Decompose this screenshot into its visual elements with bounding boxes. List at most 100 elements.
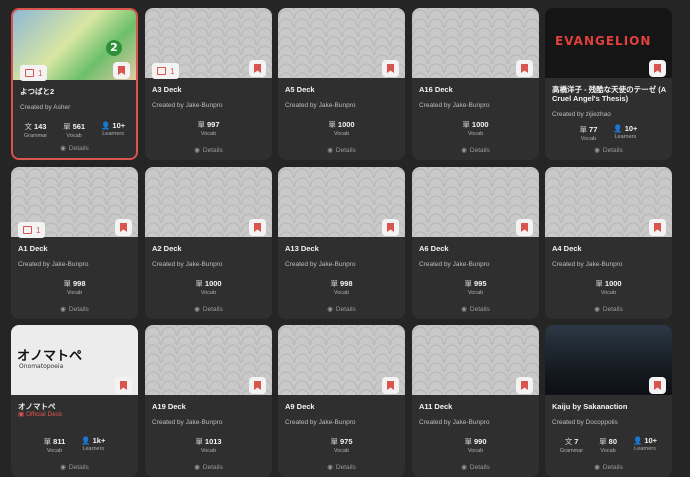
deck-card[interactable]: A2 Deck Created by Jake-Bunpro 單 1000 Vocab ◉… xyxy=(145,167,272,319)
details-link[interactable]: ◉ Details xyxy=(278,146,405,154)
bookmark-icon[interactable] xyxy=(516,377,533,394)
deck-card[interactable]: EVANGELION 高橋洋子 - 残酷な天使のテーゼ (A Cruel Ange… xyxy=(545,8,672,160)
eye-icon: ◉ xyxy=(461,147,467,154)
deck-card[interactable]: A4 Deck Created by Jake-Bunpro 單 1000 Vocab ◉… xyxy=(545,167,672,319)
deck-card[interactable]: オノマトペ Onomatopoeia オノマトペ ▣ Official Deck 單 81… xyxy=(11,325,138,477)
details-link[interactable]: ◉ Details xyxy=(545,305,672,313)
vocab-stat: 單 995 Vocab xyxy=(464,278,486,296)
learners-stat-value: 👤 10+ xyxy=(633,436,657,445)
comment-count-badge[interactable]: 1 xyxy=(20,65,48,81)
official-deck-label: ▣ Official Deck xyxy=(18,410,62,418)
bookmark-icon[interactable] xyxy=(249,377,266,394)
vocab-stat-icon: 單 xyxy=(63,279,71,288)
deck-card[interactable]: 2 1 よつばと2 Created by Asher 文 143 Grammar 單 561 Vo… xyxy=(11,8,138,160)
vocab-stat-count: 561 xyxy=(72,122,86,131)
bookmark-icon[interactable] xyxy=(115,219,132,236)
details-link[interactable]: ◉ Details xyxy=(412,146,539,154)
created-by-prefix: Created by xyxy=(552,419,586,426)
vocab-stat-icon: 單 xyxy=(195,437,203,446)
learners-stat-icon: 👤 xyxy=(633,436,643,445)
deck-card[interactable]: A13 Deck Created by Jake-Bunpro 單 998 Vocab ◉… xyxy=(278,167,405,319)
details-link[interactable]: ◉ Details xyxy=(412,463,539,471)
vocab-stat-label: Vocab xyxy=(333,131,350,137)
author-name: Jake-Bunpro xyxy=(452,102,490,109)
deck-stats: 單 998 Vocab xyxy=(278,278,405,296)
created-by-prefix: Created by xyxy=(419,261,453,268)
details-label: Details xyxy=(469,464,490,471)
deck-card[interactable]: A9 Deck Created by Jake-Bunpro 單 975 Vocab ◉ D… xyxy=(278,325,405,477)
deck-card[interactable]: 1 A1 Deck Created by Jake-Bunpro 單 998 Vocab ◉… xyxy=(11,167,138,319)
deck-card[interactable]: A16 Deck Created by Jake-Bunpro 單 1000 Vocab… xyxy=(412,8,539,160)
details-link[interactable]: ◉ Details xyxy=(11,463,138,471)
deck-title: A1 Deck xyxy=(18,244,48,253)
vocab-stat: 單 1000 Vocab xyxy=(195,278,221,296)
vocab-stat: 單 998 Vocab xyxy=(330,278,352,296)
bookmark-icon[interactable] xyxy=(382,377,399,394)
deck-stats: 單 1000 Vocab xyxy=(278,119,405,137)
eye-icon: ◉ xyxy=(327,147,333,154)
comment-count-badge[interactable]: 1 xyxy=(152,63,180,79)
grammar-stat-value: 文7 xyxy=(560,436,583,447)
grammar-stat-count: 143 xyxy=(33,122,47,131)
details-link[interactable]: ◉ Details xyxy=(412,305,539,313)
cover-art-text: EVANGELION xyxy=(555,34,652,48)
learners-stat-count: 1k+ xyxy=(92,436,106,445)
created-by-prefix: Created by xyxy=(419,102,453,109)
vocab-stat: 單 561 Vocab xyxy=(63,121,85,139)
deck-card[interactable]: 1 A3 Deck Created by Jake-Bunpro 單 997 Vocab ◉… xyxy=(145,8,272,160)
learners-stat: 👤 10+ Learners xyxy=(101,121,125,139)
deck-stats: 文 7 Grammar 單 80 Vocab 👤 10+ Learners xyxy=(545,436,672,454)
learners-stat-value: 👤 1k+ xyxy=(81,436,105,445)
details-link[interactable]: ◉ Details xyxy=(145,463,272,471)
details-link[interactable]: ◉ Details xyxy=(13,144,136,152)
deck-card[interactable]: A19 Deck Created by Jake-Bunpro 單 1013 Vocab… xyxy=(145,325,272,477)
eye-icon: ◉ xyxy=(60,145,66,152)
cover-art-text: オノマトペ xyxy=(17,349,83,364)
deck-stats: 單 811 Vocab 👤 1k+ Learners xyxy=(11,436,138,454)
created-by-prefix: Created by xyxy=(285,261,319,268)
comment-count-badge[interactable]: 1 xyxy=(18,222,46,238)
details-label: Details xyxy=(202,306,223,313)
bookmark-icon[interactable] xyxy=(649,377,666,394)
vocab-stat-label: Vocab xyxy=(467,290,484,296)
details-link[interactable]: ◉ Details xyxy=(545,463,672,471)
details-link[interactable]: ◉ Details xyxy=(145,305,272,313)
learners-stat-count: 10+ xyxy=(644,436,658,445)
bookmark-icon[interactable] xyxy=(516,60,533,77)
created-by-prefix: Created by xyxy=(285,419,319,426)
vocab-stat-label: Vocab xyxy=(333,290,350,296)
bookmark-icon[interactable] xyxy=(649,219,666,236)
deck-stats: 單 997 Vocab xyxy=(145,119,272,137)
deck-author: Created by zijiezhao xyxy=(552,111,611,118)
bookmark-icon[interactable] xyxy=(249,60,266,77)
grammar-stat: 文 7 Grammar xyxy=(560,436,583,454)
deck-card[interactable]: Kaiju by Sakanaction Created by Docoppoli… xyxy=(545,325,672,477)
bookmark-icon[interactable] xyxy=(649,60,666,77)
vocab-stat: 單 811 Vocab xyxy=(44,436,66,454)
bookmark-icon[interactable] xyxy=(382,60,399,77)
deck-card[interactable]: A11 Deck Created by Jake-Bunpro 單 990 Vocab ◉… xyxy=(412,325,539,477)
bookmark-icon[interactable] xyxy=(382,219,399,236)
vocab-stat-count: 1000 xyxy=(471,120,489,129)
vocab-stat-label: Vocab xyxy=(200,131,217,137)
vocab-stat-label: Vocab xyxy=(600,290,617,296)
bookmark-icon[interactable] xyxy=(516,219,533,236)
vocab-stat-label: Vocab xyxy=(467,448,484,454)
learners-stat-icon: 👤 xyxy=(101,121,111,130)
details-link[interactable]: ◉ Details xyxy=(278,463,405,471)
comment-icon xyxy=(25,69,34,77)
vocab-stat: 單 990 Vocab xyxy=(464,436,486,454)
details-link[interactable]: ◉ Details xyxy=(545,146,672,154)
deck-card[interactable]: A6 Deck Created by Jake-Bunpro 單 995 Vocab ◉ D… xyxy=(412,167,539,319)
details-link[interactable]: ◉ Details xyxy=(278,305,405,313)
deck-title: A13 Deck xyxy=(285,244,319,253)
details-link[interactable]: ◉ Details xyxy=(11,305,138,313)
bookmark-icon[interactable] xyxy=(113,62,130,79)
details-link[interactable]: ◉ Details xyxy=(145,146,272,154)
learners-stat-icon: 👤 xyxy=(613,124,623,133)
bookmark-icon[interactable] xyxy=(115,377,132,394)
deck-card[interactable]: A5 Deck Created by Jake-Bunpro 單 1000 Vocab ◉… xyxy=(278,8,405,160)
bookmark-icon[interactable] xyxy=(249,219,266,236)
deck-author: Created by Jake-Bunpro xyxy=(552,261,622,268)
vocab-stat-icon: 單 xyxy=(63,122,71,131)
